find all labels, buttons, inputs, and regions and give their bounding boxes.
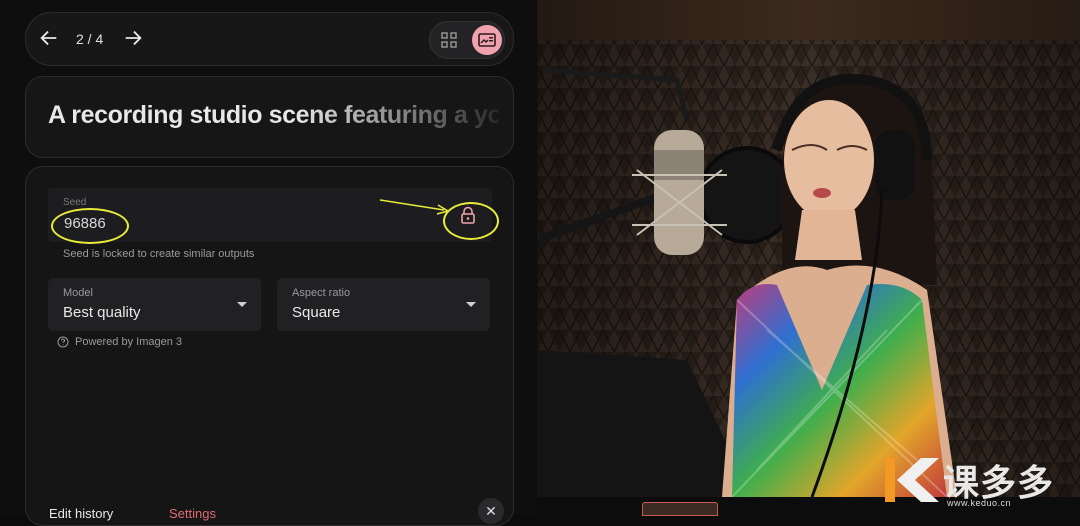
- aspect-ratio-label: Aspect ratio: [292, 287, 351, 299]
- watermark: 课多多 www.keduo.cn: [881, 454, 1080, 510]
- lock-annotation-circle: [443, 202, 499, 240]
- dropdown-caret-icon: [466, 302, 476, 307]
- seed-label: Seed: [63, 197, 87, 208]
- powered-by-text: Powered by Imagen 3: [75, 336, 183, 348]
- close-icon: ✕: [485, 503, 497, 519]
- prompt-card[interactable]: A recording studio scene featuring a you…: [25, 76, 514, 158]
- arrow-left-icon: [40, 30, 57, 46]
- seed-annotation-circle: [51, 208, 129, 244]
- powered-by: Powered by Imagen 3: [57, 336, 182, 348]
- settings-card: Seed 96886 Seed is locked to create simi…: [25, 166, 514, 526]
- watermark-url: www.keduo.cn: [947, 498, 1012, 508]
- previous-button[interactable]: [38, 27, 64, 53]
- model-label: Model: [63, 287, 93, 299]
- aspect-ratio-select[interactable]: Aspect ratio Square: [277, 278, 490, 331]
- help-icon: [57, 336, 69, 348]
- model-value: Best quality: [63, 304, 141, 321]
- view-toggle: [429, 21, 505, 59]
- aspect-ratio-value: Square: [292, 304, 341, 321]
- prompt-text: A recording studio scene featuring a you…: [48, 101, 498, 130]
- page-counter: 2 / 4: [76, 31, 104, 47]
- close-button[interactable]: ✕: [478, 498, 504, 524]
- dropdown-caret-icon: [237, 302, 247, 307]
- seed-hint: Seed is locked to create similar outputs: [63, 248, 255, 260]
- grid-icon: [441, 32, 457, 48]
- watermark-logo-icon: [885, 458, 939, 502]
- generated-image: [537, 0, 1080, 497]
- navigation-bar: 2 / 4: [25, 12, 514, 66]
- single-view-button[interactable]: [472, 25, 502, 55]
- arrow-right-icon: [125, 30, 142, 46]
- grid-view-button[interactable]: [439, 30, 459, 50]
- seed-field[interactable]: Seed 96886: [48, 188, 499, 244]
- next-button[interactable]: [122, 27, 148, 53]
- left-panel: 2 / 4 A recording studio scene featuring…: [0, 0, 536, 526]
- model-select[interactable]: Model Best quality: [48, 278, 261, 331]
- image-details-icon: [478, 33, 496, 47]
- recording-studio-illustration: [537, 0, 1080, 497]
